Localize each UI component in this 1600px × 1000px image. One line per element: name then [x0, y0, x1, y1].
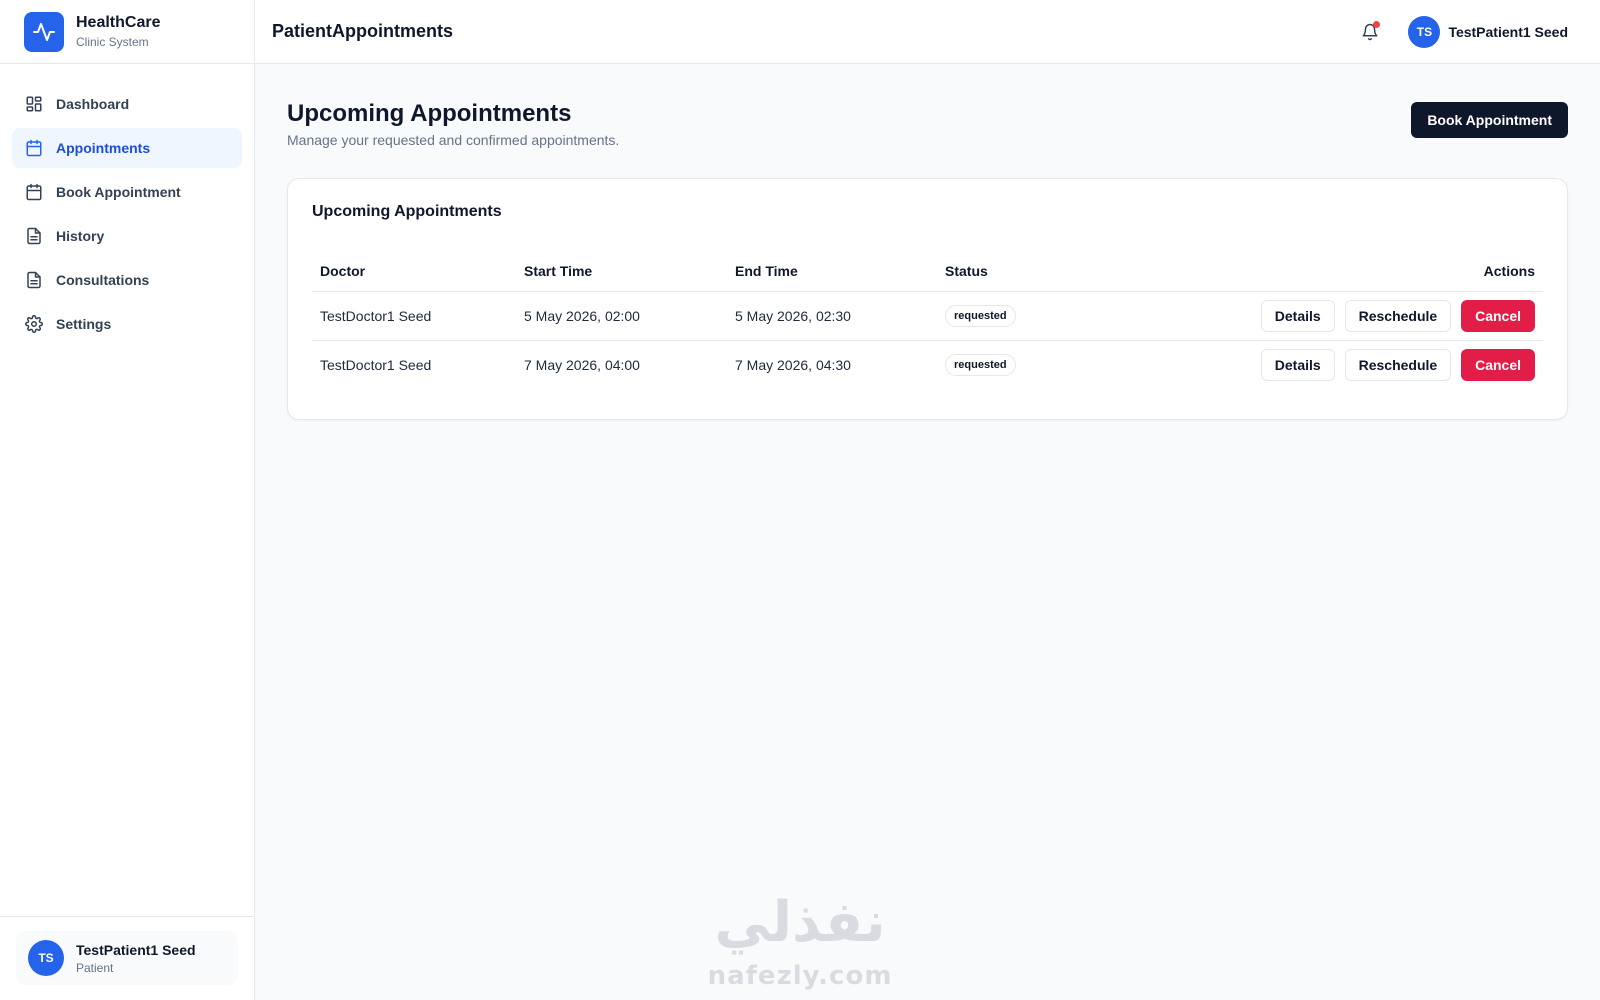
sidebar-item-dashboard[interactable]: Dashboard	[12, 84, 242, 124]
book-appointment-button[interactable]: Book Appointment	[1411, 102, 1568, 138]
calendar-icon	[24, 182, 44, 202]
card-title: Upcoming Appointments	[312, 203, 502, 220]
status-badge: requested	[945, 304, 1016, 327]
status-cell: requested	[937, 340, 1137, 389]
user-name: TestPatient1 Seed	[76, 941, 196, 958]
cancel-button[interactable]: Cancel	[1461, 348, 1535, 381]
calendar-icon	[24, 138, 44, 158]
main-content: Upcoming Appointments Manage your reques…	[255, 64, 1600, 1000]
pulse-logo-icon	[24, 11, 64, 52]
sidebar-item-label: Book Appointment	[56, 184, 181, 200]
page-head: Upcoming Appointments Manage your reques…	[287, 100, 1568, 148]
header-user-name: TestPatient1 Seed	[1448, 23, 1568, 40]
column-header-end-time: End Time	[727, 251, 937, 292]
header-user-menu[interactable]: TS TestPatient1 Seed	[1408, 15, 1568, 48]
brand-name: HealthCare	[76, 14, 161, 31]
column-header-start-time: Start Time	[516, 251, 727, 292]
table-row: TestDoctor1 Seed 5 May 2026, 02:00 5 May…	[312, 291, 1543, 341]
doctor-cell: TestDoctor1 Seed	[320, 356, 432, 373]
sidebar-nav: Dashboard Appointments Book Appointment …	[0, 64, 254, 344]
brand: HealthCare Clinic System	[0, 0, 254, 64]
watermark: نفذلي nafezly.com	[700, 890, 900, 992]
sidebar-item-label: Consultations	[56, 272, 150, 288]
page-title: Upcoming Appointments	[287, 100, 572, 127]
document-icon	[24, 226, 44, 246]
page-header-title: PatientAppointments	[272, 21, 454, 41]
top-header: PatientAppointments TS TestPatient1 Seed	[255, 0, 1600, 64]
column-header-doctor: Doctor	[312, 251, 516, 292]
watermark-latin: nafezly.com	[707, 961, 893, 991]
reschedule-button[interactable]: Reschedule	[1344, 348, 1452, 381]
document-icon	[24, 270, 44, 290]
sidebar-item-settings[interactable]: Settings	[12, 304, 242, 344]
watermark-arabic: نفذلي	[714, 890, 886, 955]
end-time-cell: 7 May 2026, 04:30	[735, 356, 851, 373]
sidebar-item-history[interactable]: History	[12, 216, 242, 256]
sidebar-item-label: Dashboard	[56, 96, 130, 112]
status-cell: requested	[937, 291, 1137, 341]
brand-subtitle: Clinic System	[76, 35, 149, 49]
cancel-button[interactable]: Cancel	[1461, 299, 1535, 332]
actions-cell: Details Reschedule Cancel	[1137, 291, 1543, 341]
gear-icon	[24, 314, 44, 334]
user-role: Patient	[76, 960, 114, 975]
user-card[interactable]: TS TestPatient1 Seed Patient	[16, 931, 238, 985]
table-header-row: Doctor Start Time End Time Status Action…	[312, 251, 1543, 292]
reschedule-button[interactable]: Reschedule	[1344, 299, 1452, 332]
column-header-actions: Actions	[1137, 251, 1543, 292]
column-header-status: Status	[937, 251, 1137, 292]
dashboard-icon	[24, 94, 44, 114]
sidebar-item-label: Appointments	[56, 140, 151, 156]
sidebar-item-book-appointment[interactable]: Book Appointment	[12, 172, 242, 212]
avatar: TS	[1408, 15, 1441, 48]
sidebar-item-label: Settings	[56, 316, 112, 332]
appointments-table: Doctor Start Time End Time Status Action…	[312, 251, 1543, 389]
end-time-cell: 5 May 2026, 02:30	[727, 291, 937, 341]
table-row: TestDoctor1 Seed 7 May 2026, 04:00 7 May…	[312, 340, 1543, 389]
doctor-cell: TestDoctor1 Seed	[312, 291, 516, 341]
sidebar-item-consultations[interactable]: Consultations	[12, 260, 242, 300]
details-button[interactable]: Details	[1260, 299, 1335, 332]
appointments-card: Upcoming Appointments Doctor Start Time …	[287, 178, 1568, 420]
details-button[interactable]: Details	[1260, 348, 1335, 381]
actions-cell: Details Reschedule Cancel	[1137, 340, 1543, 389]
sidebar-item-label: History	[56, 228, 105, 244]
notification-dot	[1373, 20, 1381, 28]
sidebar-user-footer: TS TestPatient1 Seed Patient	[0, 916, 254, 1000]
status-badge: requested	[945, 353, 1016, 376]
page-subtitle: Manage your requested and confirmed appo…	[287, 132, 620, 148]
sidebar: HealthCare Clinic System Dashboard Appoi…	[0, 0, 255, 1000]
start-time-cell: 5 May 2026, 02:00	[516, 291, 727, 341]
avatar: TS	[28, 940, 64, 976]
start-time-cell: 7 May 2026, 04:00	[524, 356, 640, 373]
sidebar-item-appointments[interactable]: Appointments	[12, 128, 242, 168]
notifications-button[interactable]	[1358, 20, 1382, 44]
